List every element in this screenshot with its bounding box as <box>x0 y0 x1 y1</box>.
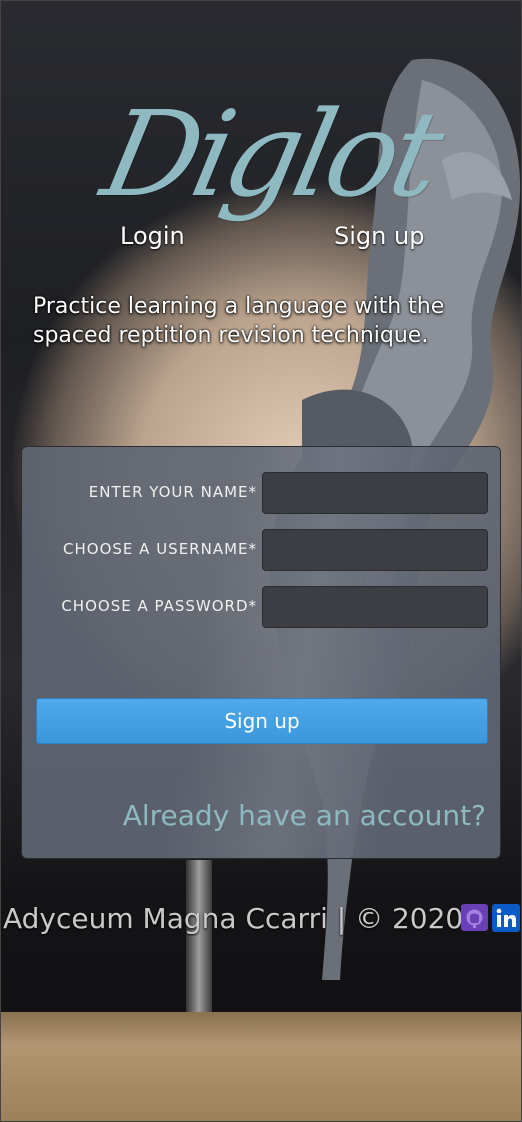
nav-signup-link[interactable]: Sign up <box>334 222 424 250</box>
username-input[interactable] <box>262 529 488 571</box>
username-field-row: CHOOSE A USERNAME* <box>22 527 500 571</box>
already-have-account-link[interactable]: Already have an account? <box>123 799 486 832</box>
username-field-label: CHOOSE A USERNAME* <box>63 540 257 558</box>
nav-login-link[interactable]: Login <box>120 222 185 250</box>
wooden-table-decoration <box>0 1012 522 1122</box>
name-input[interactable] <box>262 472 488 514</box>
name-field-row: ENTER YOUR NAME* <box>22 470 500 514</box>
github-icon[interactable] <box>461 904 488 931</box>
footer-copyright: Adyceum Magna Ccarri | © 2020 <box>3 902 464 935</box>
signup-form: ENTER YOUR NAME* CHOOSE A USERNAME* CHOO… <box>21 446 501 859</box>
linkedin-icon[interactable] <box>492 904 520 932</box>
footer: Adyceum Magna Ccarri | © 2020 <box>3 902 522 942</box>
password-field-row: CHOOSE A PASSWORD* <box>22 584 500 628</box>
password-field-label: CHOOSE A PASSWORD* <box>61 597 257 615</box>
tagline: Practice learning a language with the sp… <box>33 294 445 348</box>
signup-button[interactable]: Sign up <box>36 698 488 744</box>
name-field-label: ENTER YOUR NAME* <box>88 483 257 501</box>
password-input[interactable] <box>262 586 488 628</box>
